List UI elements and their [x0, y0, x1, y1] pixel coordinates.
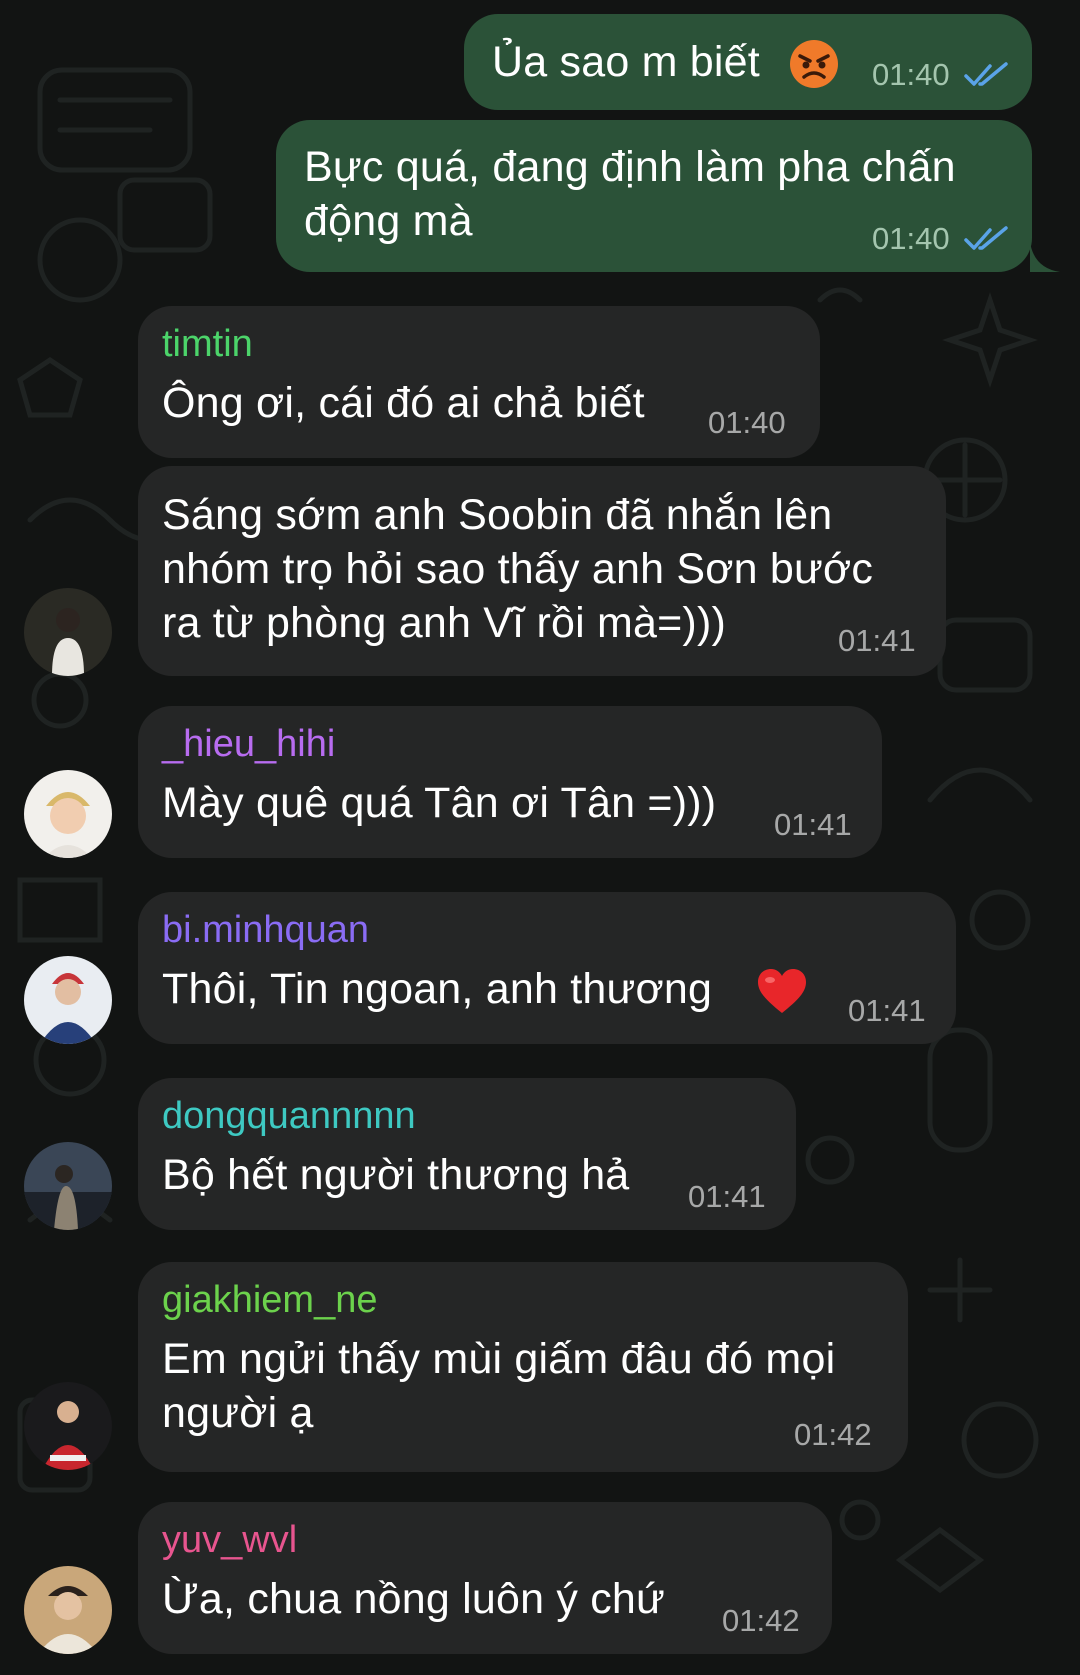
read-checkmarks-icon	[964, 62, 1008, 86]
message-text: Bộ hết người thương hả	[162, 1151, 630, 1199]
avatar-giakhiem-ne-image	[24, 1382, 112, 1470]
message-text: Ủa sao m biết	[492, 38, 760, 86]
sender-name[interactable]: timtin	[162, 322, 253, 366]
message-time: 01:40	[708, 405, 786, 440]
avatar-dongquannnnn-image	[24, 1142, 112, 1230]
sender-name[interactable]: _hieu_hihi	[162, 722, 335, 766]
bubble-tail	[1030, 242, 1060, 272]
avatar[interactable]	[24, 1382, 112, 1470]
message-text: Sáng sớm anh Soobin đã nhắn lên nhóm trọ…	[162, 491, 874, 647]
avatar-yuv-wvl-image	[24, 1566, 112, 1654]
message-text: Ừa, chua nồng luôn ý chứ	[162, 1575, 666, 1623]
avatar-timtin-image	[24, 588, 112, 676]
message-time: 01:41	[774, 807, 852, 842]
message-time: 01:42	[794, 1417, 872, 1452]
avatar-hieu-hihi-image	[24, 770, 112, 858]
sender-name[interactable]: dongquannnnn	[162, 1094, 416, 1138]
message-bubble-incoming[interactable]: dongquannnnn Bộ hết người thương hả 01:4…	[138, 1078, 796, 1230]
message-bubble-incoming[interactable]: yuv_wvl Ừa, chua nồng luôn ý chứ 01:42	[138, 1502, 832, 1654]
avatar[interactable]	[24, 956, 112, 1044]
avatar-bi-minhquan-image	[24, 956, 112, 1044]
avatar[interactable]	[24, 588, 112, 676]
sender-name[interactable]: yuv_wvl	[162, 1518, 297, 1562]
avatar[interactable]	[24, 770, 112, 858]
sender-name[interactable]: giakhiem_ne	[162, 1278, 377, 1322]
message-time: 01:40	[872, 57, 950, 92]
message-bubble-incoming[interactable]: _hieu_hihi Mày quê quá Tân ơi Tân =))) 0…	[138, 706, 882, 858]
message-text: Ông ơi, cái đó ai chả biết	[162, 379, 645, 427]
message-text: Mày quê quá Tân ơi Tân =)))	[162, 779, 717, 827]
message-bubble-outgoing[interactable]: Ủa sao m biết 01:40	[464, 14, 1032, 110]
message-time: 01:42	[722, 1603, 800, 1638]
message-time: 01:40	[872, 221, 950, 256]
message-text: Em ngửi thấy mùi giấm đâu đó mọi người ạ	[162, 1335, 836, 1437]
red-heart-emoji	[758, 969, 806, 1013]
message-time: 01:41	[688, 1179, 766, 1214]
message-text: Bực quá, đang định làm pha chấn động mà	[304, 143, 956, 245]
message-bubble-incoming[interactable]: bi.minhquan Thôi, Tin ngoan, anh thương …	[138, 892, 956, 1044]
message-bubble-incoming[interactable]: timtin Ông ơi, cái đó ai chả biết 01:40	[138, 306, 820, 458]
message-bubble-incoming[interactable]: giakhiem_ne Em ngửi thấy mùi giấm đâu đó…	[138, 1262, 908, 1472]
message-bubble-outgoing[interactable]: Bực quá, đang định làm pha chấn động mà …	[276, 120, 1032, 272]
avatar[interactable]	[24, 1142, 112, 1230]
message-bubble-incoming[interactable]: Sáng sớm anh Soobin đã nhắn lên nhóm trọ…	[138, 466, 946, 676]
angry-face-emoji	[790, 40, 838, 88]
read-checkmarks-icon	[964, 226, 1008, 250]
message-text: Thôi, Tin ngoan, anh thương	[162, 965, 713, 1013]
message-time: 01:41	[838, 623, 916, 658]
avatar[interactable]	[24, 1566, 112, 1654]
sender-name[interactable]: bi.minhquan	[162, 908, 369, 952]
message-time: 01:41	[848, 993, 926, 1028]
